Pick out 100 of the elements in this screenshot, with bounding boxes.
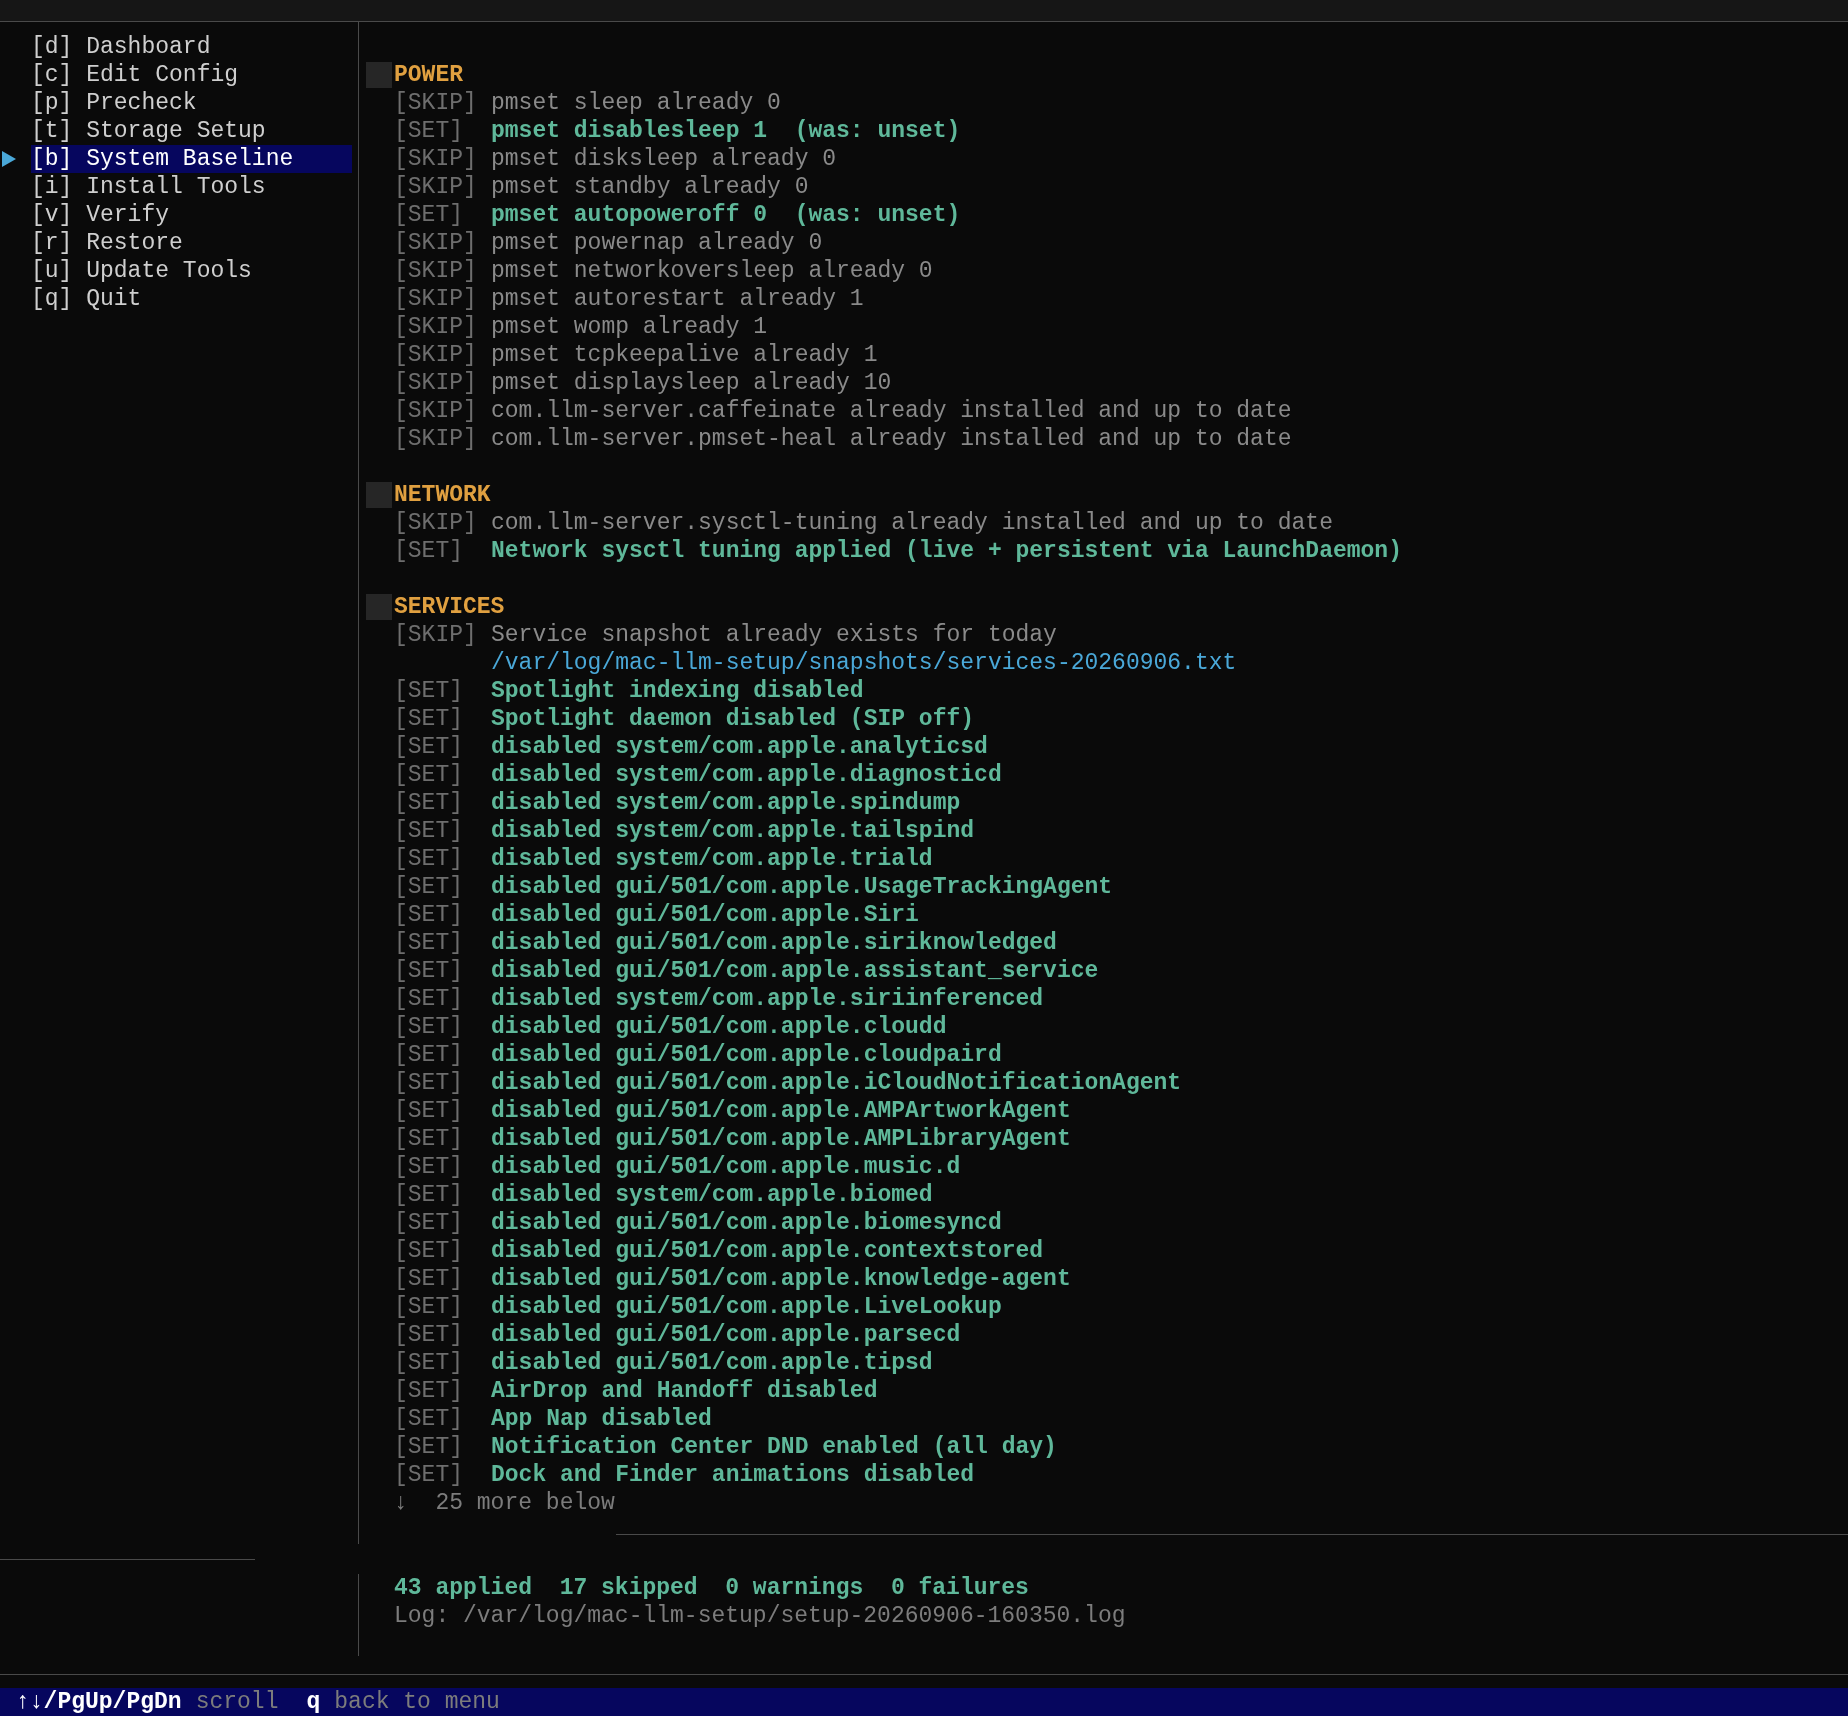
status-tag: [SET] — [394, 537, 491, 565]
menu-item[interactable]: [c] Edit Config — [31, 61, 352, 89]
log-line: com.llm-server.caffeinate already installed and up to date — [491, 397, 1292, 425]
log-line: disabled gui/501/com.apple.LiveLookup — [491, 1293, 1002, 1321]
menu-item[interactable]: [t] Storage Setup — [31, 117, 352, 145]
status-tag: [SKIP] — [394, 397, 491, 425]
log-line: disabled gui/501/com.apple.siriknowledged — [491, 929, 1057, 957]
status-tag: [SET] — [394, 733, 491, 761]
status-tag: [SKIP] — [394, 173, 491, 201]
menu-item[interactable]: [i] Install Tools — [31, 173, 352, 201]
menu-item[interactable]: [r] Restore — [31, 229, 352, 257]
log-line: disabled gui/501/com.apple.contextstored — [491, 1237, 1044, 1265]
log-line: disabled gui/501/com.apple.AMPLibraryAgent — [491, 1125, 1071, 1153]
log-line: AirDrop and Handoff disabled — [491, 1377, 878, 1405]
log-line: disabled system/com.apple.analyticsd — [491, 733, 988, 761]
log-line: disabled gui/501/com.apple.Siri — [491, 901, 919, 929]
status-tag: [SET] — [394, 1013, 491, 1041]
log-line: com.llm-server.sysctl-tuning already installed and up to date — [491, 509, 1333, 537]
log-line: disabled gui/501/com.apple.knowledge-agent — [491, 1265, 1071, 1293]
status-tag: [SET] — [394, 1405, 491, 1433]
status-tag: [SKIP] — [394, 89, 491, 117]
log-line: disabled gui/501/com.apple.cloudpaird — [491, 1041, 1002, 1069]
status-tag: [SKIP] — [394, 341, 491, 369]
log-line: disabled gui/501/com.apple.cloudd — [491, 1013, 947, 1041]
log-line: com.llm-server.pmset-heal already installed and up to date — [491, 425, 1292, 453]
log-line: pmset sleep already 0 — [491, 89, 781, 117]
log-line: pmset powernap already 0 — [491, 229, 823, 257]
log-line: Notification Center DND enabled (all day) — [491, 1433, 1057, 1461]
status-tag: [SKIP] — [394, 425, 491, 453]
log-line: Service snapshot already exists for today — [491, 621, 1057, 649]
status-tag: [SET] — [394, 677, 491, 705]
key-hint: ↑↓/PgUp/PgDn — [16, 1688, 182, 1716]
status-tag: [SET] — [394, 1349, 491, 1377]
log-line: disabled gui/501/com.apple.parsecd — [491, 1321, 961, 1349]
status-tag: [SKIP] — [394, 369, 491, 397]
status-tag: [SET] — [394, 957, 491, 985]
status-tag: [SET] — [394, 1265, 491, 1293]
file-path: /var/log/mac-llm-setup/snapshots/services-20260906.txt — [491, 649, 1237, 677]
menu-item[interactable]: [q] Quit — [31, 285, 352, 313]
log-line: disabled system/com.apple.spindump — [491, 789, 961, 817]
status-tag: [SET] — [394, 1209, 491, 1237]
more-indicator: ↓ 25 more below — [394, 1489, 615, 1517]
status-tag: [SET] — [394, 1069, 491, 1097]
status-tag: [SET] — [394, 201, 491, 229]
log-line: pmset womp already 1 — [491, 313, 768, 341]
status-tag: [SET] — [394, 929, 491, 957]
menu-item[interactable]: [p] Precheck — [31, 89, 352, 117]
status-tag: [SKIP] — [394, 145, 491, 173]
section-heading: POWER — [394, 61, 463, 89]
section-marker — [366, 62, 392, 88]
log-line: disabled gui/501/com.apple.assistant_service — [491, 957, 1099, 985]
status-tag: [SET] — [394, 789, 491, 817]
status-tag: [SKIP] — [394, 313, 491, 341]
log-line: Network sysctl tuning applied (live + persistent via LaunchDaemon) — [491, 537, 1402, 565]
log-path: Log: /var/log/mac-llm-setup/setup-20260906-160350.log — [394, 1602, 1126, 1630]
log-line: App Nap disabled — [491, 1405, 712, 1433]
log-line: pmset standby already 0 — [491, 173, 809, 201]
log-line: pmset disksleep already 0 — [491, 145, 837, 173]
status-tag: [SET] — [394, 845, 491, 873]
section-marker — [366, 482, 392, 508]
log-line: pmset displaysleep already 10 — [491, 369, 892, 397]
status-tag: [SET] — [394, 1097, 491, 1125]
menu-item[interactable]: [v] Verify — [31, 201, 352, 229]
hint-label: scroll — [195, 1688, 279, 1716]
status-tag: [SET] — [394, 1237, 491, 1265]
summary-text: 43 applied 17 skipped 0 warnings 0 failures — [394, 1574, 1029, 1602]
section-heading: SERVICES — [394, 593, 505, 621]
menu-item[interactable]: [d] Dashboard — [31, 33, 352, 61]
log-line: disabled system/com.apple.biomed — [491, 1181, 933, 1209]
status-tag: [SET] — [394, 1293, 491, 1321]
log-line: Spotlight daemon disabled (SIP off) — [491, 705, 975, 733]
log-line: disabled gui/501/com.apple.UsageTrackingAgent — [491, 873, 1113, 901]
status-tag: [SKIP] — [394, 257, 491, 285]
status-tag: [SET] — [394, 873, 491, 901]
status-tag: [SET] — [394, 117, 491, 145]
log-line: pmset networkoversleep already 0 — [491, 257, 933, 285]
status-tag: [SET] — [394, 1433, 491, 1461]
status-tag: [SET] — [394, 817, 491, 845]
status-tag: [SKIP] — [394, 285, 491, 313]
log-line: disabled system/com.apple.triald — [491, 845, 933, 873]
pointer-icon — [2, 151, 16, 167]
log-line: pmset tcpkeepalive already 1 — [491, 341, 878, 369]
log-line: pmset disablesleep 1 (was: unset) — [491, 117, 961, 145]
menu-item[interactable]: [b] System Baseline — [31, 145, 352, 173]
status-tag: [SET] — [394, 1321, 491, 1349]
status-tag: [SET] — [394, 1125, 491, 1153]
status-tag: [SET] — [394, 705, 491, 733]
key-hint: q — [306, 1688, 321, 1716]
log-line: pmset autopoweroff 0 (was: unset) — [491, 201, 961, 229]
hint-label: back to menu — [334, 1688, 500, 1716]
status-tag: [SKIP] — [394, 229, 491, 257]
log-line: disabled gui/501/com.apple.biomesyncd — [491, 1209, 1002, 1237]
log-line: pmset autorestart already 1 — [491, 285, 864, 313]
log-line: Spotlight indexing disabled — [491, 677, 864, 705]
log-line: disabled system/com.apple.tailspind — [491, 817, 975, 845]
log-line: disabled gui/501/com.apple.iCloudNotificationAgent — [491, 1069, 1182, 1097]
section-heading: NETWORK — [394, 481, 491, 509]
menu-item[interactable]: [u] Update Tools — [31, 257, 352, 285]
status-tag: [SET] — [394, 901, 491, 929]
log-line: disabled gui/501/com.apple.AMPArtworkAgent — [491, 1097, 1071, 1125]
